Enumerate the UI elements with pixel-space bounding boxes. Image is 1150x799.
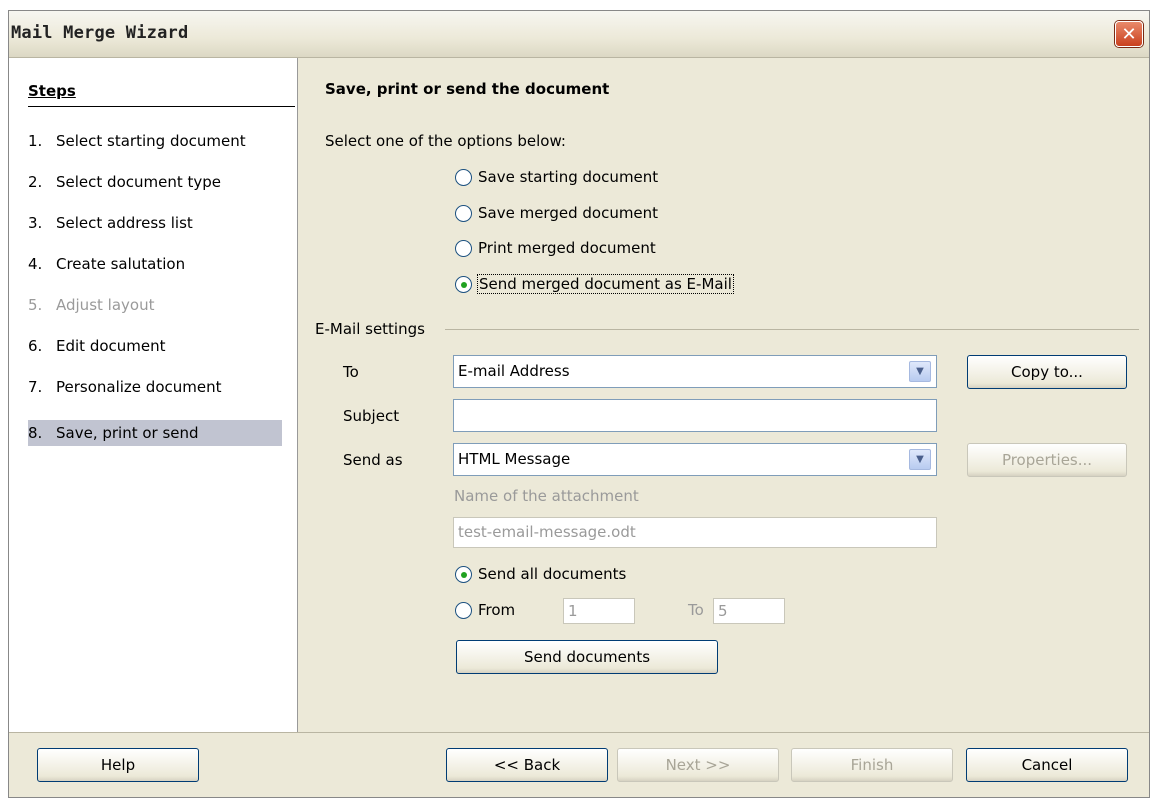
chevron-down-icon[interactable]: ▼	[909, 449, 931, 470]
step-number: 4.	[28, 255, 43, 273]
option-send-merged-email[interactable]: Send merged document as E-Mail	[455, 273, 734, 295]
page-title: Save, print or send the document	[325, 80, 610, 98]
send-as-label: Send as	[343, 451, 403, 469]
send-as-value: HTML Message	[458, 450, 571, 468]
step-label: Adjust layout	[56, 296, 155, 314]
step-number: 2.	[28, 173, 43, 191]
step-number: 5.	[28, 296, 43, 314]
step-label: Create salutation	[56, 255, 186, 273]
finish-button: Finish	[791, 748, 953, 782]
options-prompt: Select one of the options below:	[325, 132, 566, 150]
option-label: Print merged document	[478, 239, 656, 257]
step-label: Save, print or send	[56, 424, 199, 442]
radio-button[interactable]	[455, 239, 472, 257]
option-label: Save merged document	[478, 204, 659, 222]
send-all-documents-option[interactable]: Send all documents	[455, 563, 626, 585]
range-option[interactable]: From	[455, 599, 515, 621]
radio-button[interactable]	[455, 168, 472, 186]
step-select-address-list[interactable]: 3. Select address list	[28, 210, 282, 236]
radio-button-selected[interactable]	[455, 565, 472, 583]
step-personalize-document[interactable]: 7. Personalize document	[28, 374, 282, 400]
properties-button: Properties...	[967, 443, 1127, 477]
button-bar: Help << Back Next >> Finish Cancel	[9, 732, 1149, 799]
option-save-starting-document[interactable]: Save starting document	[455, 166, 658, 188]
step-select-document-type[interactable]: 2. Select document type	[28, 169, 282, 195]
close-icon: ✕	[1121, 23, 1137, 45]
cancel-button[interactable]: Cancel	[966, 748, 1128, 782]
radio-button[interactable]	[455, 204, 472, 222]
from-input: 1	[563, 598, 635, 624]
step-create-salutation[interactable]: 4. Create salutation	[28, 251, 282, 277]
step-number: 3.	[28, 214, 43, 232]
step-label: Select starting document	[56, 132, 246, 150]
to-value: E-mail Address	[458, 362, 570, 380]
group-divider	[445, 329, 1139, 330]
step-number: 1.	[28, 132, 43, 150]
chevron-down-icon[interactable]: ▼	[909, 361, 931, 382]
step-number: 7.	[28, 378, 43, 396]
radio-button[interactable]	[455, 601, 472, 619]
content-panel: Save, print or send the document Select …	[299, 58, 1149, 732]
steps-panel: Steps 1. Select starting document 2. Selec…	[9, 58, 298, 732]
attachment-name-label: Name of the attachment	[454, 487, 639, 505]
step-edit-document[interactable]: 6. Edit document	[28, 333, 282, 359]
option-label: Send merged document as E-Mail	[477, 274, 734, 294]
step-label: Select document type	[56, 173, 221, 191]
step-select-starting-document[interactable]: 1. Select starting document	[28, 128, 282, 154]
close-button[interactable]: ✕	[1115, 21, 1143, 47]
step-save-print-send[interactable]: 8. Save, print or send	[28, 420, 282, 446]
copy-to-button[interactable]: Copy to...	[967, 355, 1127, 389]
title-bar[interactable]: Mail Merge Wizard ✕	[9, 11, 1149, 58]
send-documents-button[interactable]: Send documents	[456, 640, 718, 674]
option-label: Save starting document	[478, 168, 659, 186]
send-as-dropdown[interactable]: HTML Message ▼	[453, 443, 937, 476]
next-button: Next >>	[617, 748, 779, 782]
steps-header: Steps	[28, 82, 295, 107]
back-button[interactable]: << Back	[446, 748, 608, 782]
attachment-name-input: test-email-message.odt	[453, 517, 937, 548]
radio-button-selected[interactable]	[455, 275, 472, 293]
window-title: Mail Merge Wizard	[11, 23, 189, 43]
step-adjust-layout: 5. Adjust layout	[28, 292, 282, 318]
subject-label: Subject	[343, 407, 400, 425]
help-button[interactable]: Help	[37, 748, 199, 782]
email-settings-group-label: E-Mail settings	[315, 320, 425, 338]
option-save-merged-document[interactable]: Save merged document	[455, 202, 658, 224]
step-label: Personalize document	[56, 378, 222, 396]
step-number: 6.	[28, 337, 43, 355]
option-label: Send all documents	[478, 565, 627, 583]
to-label: To	[343, 363, 359, 381]
step-label: Select address list	[56, 214, 193, 232]
step-number: 8.	[28, 424, 43, 442]
to-dropdown[interactable]: E-mail Address ▼	[453, 355, 937, 388]
mail-merge-wizard-dialog: Mail Merge Wizard ✕ Steps 1. Select start…	[8, 10, 1150, 798]
step-label: Edit document	[56, 337, 166, 355]
to-range-input: 5	[713, 598, 785, 624]
from-label: From	[478, 601, 516, 619]
subject-input[interactable]	[453, 399, 937, 432]
range-to-label: To	[688, 601, 704, 619]
option-print-merged-document[interactable]: Print merged document	[455, 237, 656, 259]
